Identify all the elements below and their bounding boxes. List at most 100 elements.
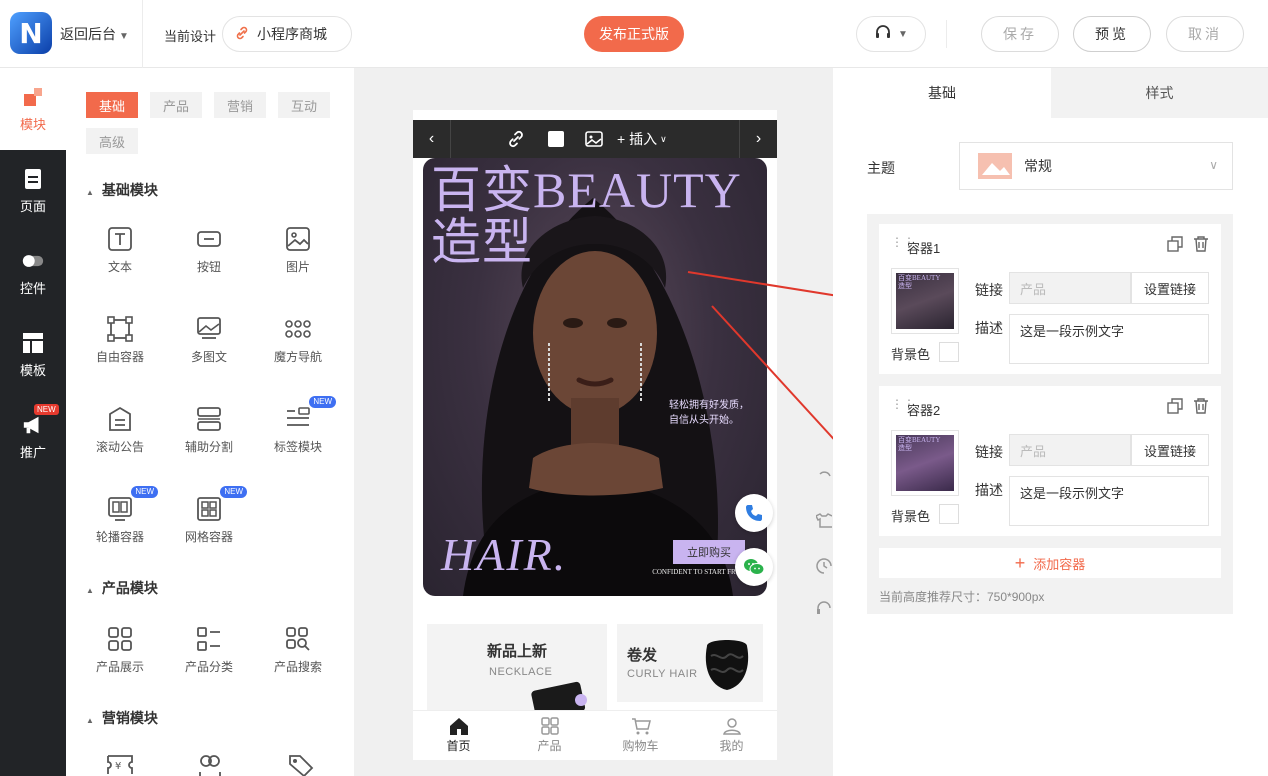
comp-divider[interactable]: 辅助分割 xyxy=(169,398,249,468)
copy-icon[interactable] xyxy=(1167,398,1183,414)
tab-mine[interactable]: 我的 xyxy=(686,711,777,760)
design-selector[interactable]: 小程序商城 xyxy=(222,16,352,52)
container-image-thumb[interactable]: 百变BEAUTY 造型 xyxy=(891,430,959,496)
link-input[interactable]: 产品 xyxy=(1009,272,1131,304)
product-card-new[interactable]: 新品上新 NECKLACE xyxy=(427,624,607,714)
comp-grid-container[interactable]: NEW 网格容器 xyxy=(169,486,249,558)
tab-advanced[interactable]: 高级 xyxy=(86,128,139,154)
tab-marketing[interactable]: 营销 xyxy=(214,92,267,118)
save-button[interactable]: 保存 xyxy=(981,16,1059,52)
undo-icon[interactable] xyxy=(816,470,832,489)
rail-item-promotion[interactable]: NEW 推广 xyxy=(0,396,66,478)
discount-tag-icon[interactable] xyxy=(286,754,314,776)
link-input[interactable]: 产品 xyxy=(1009,434,1131,466)
set-link-button[interactable]: 设置链接 xyxy=(1131,434,1209,466)
comp-free-container[interactable]: 自由容器 xyxy=(80,308,160,378)
support-button[interactable]: ▼ xyxy=(856,16,926,52)
rail-item-page[interactable]: 页面 xyxy=(0,150,66,232)
tag-list-icon xyxy=(287,407,310,426)
comp-text[interactable]: 文本 xyxy=(80,218,160,288)
container-item-1: ⋮⋮ 容器1 百变BEAUTY 造型 背景色 链接 产品 设置链接 描述 这是一段… xyxy=(879,224,1221,374)
tab-style[interactable]: 样式 xyxy=(1051,68,1268,118)
desc-input[interactable]: 这是一段示例文字 xyxy=(1009,476,1209,526)
rail-label: 模块 xyxy=(19,116,46,132)
wechat-button[interactable] xyxy=(735,548,773,586)
desc-input[interactable]: 这是一段示例文字 xyxy=(1009,314,1209,364)
comp-tag-module[interactable]: NEW 标签模块 xyxy=(258,396,338,468)
properties-panel: 基础 样式 主题 常规 ∨ ⋮⋮ 容器1 百变BEAUTY 造型 背景色 链接 产… xyxy=(833,68,1268,776)
section-marketing-title[interactable]: ▲ 营销模块 xyxy=(86,708,158,728)
element-toolbar: ‹ + 插入 ∨ › xyxy=(413,120,777,158)
comp-carousel[interactable]: NEW 轮播容器 xyxy=(80,486,160,558)
history-icon[interactable] xyxy=(816,558,832,577)
publish-button[interactable]: 发布正式版 xyxy=(584,16,684,52)
trash-icon[interactable] xyxy=(1193,398,1209,414)
back-to-admin[interactable]: 返回后台 ▼ xyxy=(60,24,129,44)
add-container-button[interactable]: + 添加容器 xyxy=(879,548,1221,578)
comp-multi-image[interactable]: 多图文 xyxy=(169,308,249,378)
bg-color-picker[interactable] xyxy=(939,504,959,524)
color-square-icon[interactable] xyxy=(547,130,565,148)
text-icon xyxy=(108,227,132,251)
theme-select[interactable]: 常规 ∨ xyxy=(959,142,1233,190)
tab-product[interactable]: 产品 xyxy=(150,92,203,118)
tab-product[interactable]: 产品 xyxy=(504,711,595,760)
rail-label: 推广 xyxy=(19,444,46,460)
product-card-curly[interactable]: 卷发 CURLY HAIR xyxy=(617,624,763,702)
hero-banner[interactable]: 百变BEAUTY 造型 轻松拥有好发质， 自信从头开始。 HAIR. 立即购买 … xyxy=(423,158,767,596)
desc-label: 描述 xyxy=(975,320,1003,336)
tab-home[interactable]: 首页 xyxy=(413,711,504,760)
shirt-icon[interactable] xyxy=(814,512,833,531)
new-badge: NEW xyxy=(131,486,158,498)
tab-cart[interactable]: 购物车 xyxy=(595,711,686,760)
comp-cube-nav[interactable]: 魔方导航 xyxy=(258,308,338,378)
grid-dots-icon xyxy=(285,320,311,338)
container-image-thumb[interactable]: 百变BEAUTY 造型 xyxy=(891,268,959,334)
set-link-button[interactable]: 设置链接 xyxy=(1131,272,1209,304)
copy-icon[interactable] xyxy=(1167,236,1183,252)
comp-scroll-notice[interactable]: 滚动公告 xyxy=(80,398,160,468)
cancel-button[interactable]: 取消 xyxy=(1166,16,1244,52)
group-icon[interactable] xyxy=(196,754,224,776)
app-logo[interactable]: N xyxy=(10,12,52,54)
rail-item-template[interactable]: 模板 xyxy=(0,314,66,396)
category-icon xyxy=(197,627,220,651)
phone-call-button[interactable] xyxy=(735,494,773,532)
theme-swatch xyxy=(978,153,1012,179)
tab-interaction[interactable]: 互动 xyxy=(278,92,331,118)
rail-item-module[interactable]: 模块 xyxy=(0,68,66,150)
new-badge: NEW xyxy=(220,486,247,498)
comp-label: 多图文 xyxy=(190,350,227,364)
rail-label: 模板 xyxy=(19,362,46,378)
comp-product-category[interactable]: 产品分类 xyxy=(169,618,249,688)
image-icon[interactable] xyxy=(585,130,603,148)
trash-icon[interactable] xyxy=(1193,236,1209,252)
coupon-icon[interactable]: ¥ xyxy=(106,754,134,776)
new-badge: NEW xyxy=(309,396,336,408)
comp-product-search[interactable]: 产品搜索 xyxy=(258,618,338,688)
link-icon[interactable] xyxy=(507,130,525,148)
prev-arrow-icon[interactable]: ‹ xyxy=(413,120,451,158)
banner-title: 百变BEAUTY 造型 xyxy=(431,164,742,268)
preview-button[interactable]: 预览 xyxy=(1073,16,1151,52)
comp-image[interactable]: 图片 xyxy=(258,218,338,288)
theme-value: 常规 xyxy=(1024,158,1052,174)
next-arrow-icon[interactable]: › xyxy=(739,120,777,158)
card-title: 新品上新 xyxy=(487,643,548,660)
tab-basic-props[interactable]: 基础 xyxy=(833,68,1051,118)
buy-now-button[interactable]: 立即购买 xyxy=(673,540,745,564)
back-label: 返回后台 xyxy=(60,26,116,42)
insert-button[interactable]: + 插入 ∨ xyxy=(617,129,667,149)
chevron-down-icon: ▼ xyxy=(898,28,908,40)
svg-text:¥: ¥ xyxy=(115,761,121,772)
tab-basic[interactable]: 基础 xyxy=(86,92,139,118)
desc-label: 描述 xyxy=(975,482,1003,498)
headset-icon[interactable] xyxy=(816,600,832,619)
bg-color-picker[interactable] xyxy=(939,342,959,362)
section-product-title[interactable]: ▲ 产品模块 xyxy=(86,578,158,598)
rail-item-controls[interactable]: 控件 xyxy=(0,232,66,314)
section-basic-title[interactable]: ▲ 基础模块 xyxy=(86,180,158,200)
comp-button[interactable]: 按钮 xyxy=(169,218,249,288)
comp-product-display[interactable]: 产品展示 xyxy=(80,618,160,688)
button-icon xyxy=(197,231,221,247)
